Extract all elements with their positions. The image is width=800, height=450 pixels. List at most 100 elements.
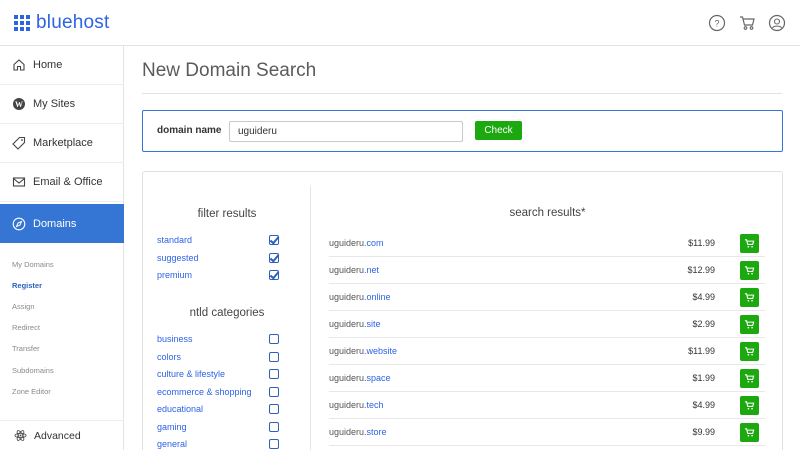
domain-price: $1.99	[692, 373, 715, 383]
domain-tld[interactable]: .store	[364, 427, 387, 437]
domain-tld[interactable]: .site	[364, 319, 381, 329]
filter-results-heading: filter results	[197, 208, 257, 220]
domain-base[interactable]: uguideru	[329, 400, 364, 410]
compass-icon	[12, 217, 26, 230]
result-row: uguideru .site $2.99	[329, 311, 765, 338]
domain-base[interactable]: uguideru	[329, 427, 364, 437]
help-icon[interactable]: ?	[708, 14, 726, 32]
filter-standard[interactable]: standard	[157, 235, 279, 245]
filter-column: filter results standard suggested premiu…	[143, 186, 311, 450]
result-row: uguideru .website $11.99	[329, 338, 765, 365]
ntld-business[interactable]: business	[157, 334, 279, 344]
sidebar-item-label: Domains	[33, 217, 77, 230]
sidebar-item-label: Home	[33, 59, 63, 71]
domain-base[interactable]: uguideru	[329, 238, 364, 248]
sidebar-item-label: Marketplace	[33, 137, 93, 149]
filter-suggested[interactable]: suggested	[157, 253, 279, 263]
cart-icon	[744, 293, 755, 302]
cart-icon	[744, 239, 755, 248]
ntld-ecommerce-shopping[interactable]: ecommerce & shopping	[157, 387, 279, 397]
domain-price: $9.99	[692, 427, 715, 437]
domain-search-form: domain name Check	[142, 110, 783, 152]
sidebar-item-domains[interactable]: Domains	[0, 204, 124, 243]
result-row: uguideru .com $11.99	[329, 230, 765, 257]
add-to-cart-button[interactable]	[740, 234, 759, 253]
result-row: uguideru .online $4.99	[329, 284, 765, 311]
domain-price: $11.99	[688, 238, 715, 248]
sidebar-item-marketplace[interactable]: Marketplace	[0, 124, 124, 163]
domain-base[interactable]: uguideru	[329, 319, 364, 329]
sidebar-item-advanced[interactable]: Advanced	[0, 420, 124, 450]
svg-text:?: ?	[714, 19, 719, 29]
add-to-cart-button[interactable]	[740, 288, 759, 307]
add-to-cart-button[interactable]	[740, 261, 759, 280]
checkbox[interactable]	[269, 352, 279, 362]
domain-base[interactable]: uguideru	[329, 292, 364, 302]
domain-price: $4.99	[692, 292, 715, 302]
ntld-gaming[interactable]: gaming	[157, 422, 279, 432]
check-button[interactable]: Check	[475, 121, 522, 140]
category-label: general	[157, 439, 188, 449]
domain-base[interactable]: uguideru	[329, 265, 364, 275]
add-to-cart-button[interactable]	[740, 342, 759, 361]
category-label: educational	[157, 404, 204, 414]
domain-tld[interactable]: .com	[364, 238, 384, 248]
sidebar-item-home[interactable]: Home	[0, 46, 124, 85]
home-icon	[13, 59, 25, 71]
domain-tld[interactable]: .space	[364, 373, 391, 383]
subnav-zone-editor[interactable]: Zone Editor	[12, 387, 51, 396]
domain-base[interactable]: uguideru	[329, 346, 364, 356]
domain-name-input[interactable]	[229, 121, 463, 142]
cart-icon[interactable]	[738, 14, 756, 32]
sidebar: Home W My Sites Marketplace Email & Offi…	[0, 46, 124, 450]
subnav-redirect[interactable]: Redirect	[12, 323, 40, 332]
add-to-cart-button[interactable]	[740, 423, 759, 442]
domain-price: $11.99	[688, 346, 715, 356]
subnav-register[interactable]: Register	[12, 281, 42, 290]
brand-name: bluehost	[36, 12, 110, 33]
sidebar-item-label: Email & Office	[33, 176, 103, 188]
checkbox[interactable]	[269, 387, 279, 397]
cart-icon	[744, 428, 755, 437]
filter-label: standard	[157, 235, 193, 245]
domain-price: $4.99	[692, 400, 715, 410]
logo-grid-icon	[14, 15, 30, 31]
atom-icon	[14, 430, 27, 441]
bluehost-logo[interactable]: bluehost	[14, 12, 109, 34]
sidebar-item-label: My Sites	[33, 98, 76, 110]
ntld-culture-lifestyle[interactable]: culture & lifestyle	[157, 369, 279, 379]
cart-icon	[744, 266, 755, 275]
domain-tld[interactable]: .tech	[364, 400, 384, 410]
checkbox[interactable]	[269, 422, 279, 432]
cart-icon	[744, 401, 755, 410]
subnav-my-domains[interactable]: My Domains	[12, 260, 54, 269]
checkbox[interactable]	[269, 404, 279, 414]
sidebar-item-email-office[interactable]: Email & Office	[0, 163, 124, 202]
ntld-educational[interactable]: educational	[157, 404, 279, 414]
ntld-general[interactable]: general	[157, 439, 279, 449]
add-to-cart-button[interactable]	[740, 315, 759, 334]
subnav-transfer[interactable]: Transfer	[12, 344, 40, 353]
subnav-assign[interactable]: Assign	[12, 302, 35, 311]
filter-premium[interactable]: premium	[157, 270, 279, 280]
domain-tld[interactable]: .online	[364, 292, 391, 302]
checkbox[interactable]	[269, 334, 279, 344]
ntld-categories-heading: ntld categories	[189, 307, 265, 319]
account-icon[interactable]	[768, 14, 786, 32]
checkbox[interactable]	[269, 253, 279, 263]
add-to-cart-button[interactable]	[740, 396, 759, 415]
domain-tld[interactable]: .net	[364, 265, 379, 275]
page-title: New Domain Search	[142, 60, 317, 81]
domain-tld[interactable]: .website	[364, 346, 397, 356]
result-row: uguideru .net $12.99	[329, 257, 765, 284]
add-to-cart-button[interactable]	[740, 369, 759, 388]
checkbox[interactable]	[269, 270, 279, 280]
checkbox[interactable]	[269, 439, 279, 449]
checkbox[interactable]	[269, 369, 279, 379]
ntld-colors[interactable]: colors	[157, 352, 279, 362]
sidebar-item-my-sites[interactable]: W My Sites	[0, 85, 124, 124]
subnav-subdomains[interactable]: Subdomains	[12, 366, 54, 375]
checkbox[interactable]	[269, 235, 279, 245]
top-bar: bluehost ?	[0, 0, 800, 46]
domain-base[interactable]: uguideru	[329, 373, 364, 383]
